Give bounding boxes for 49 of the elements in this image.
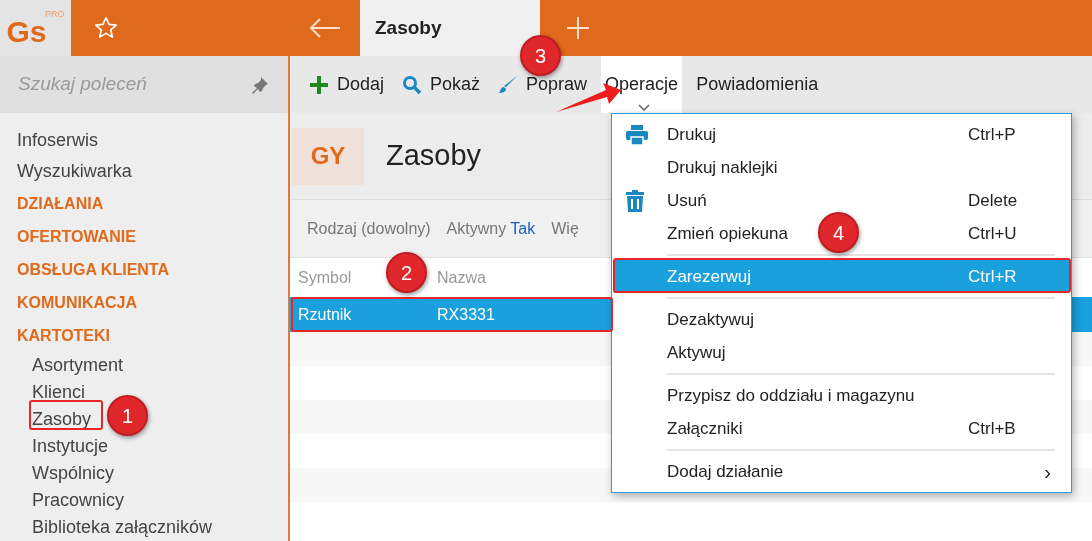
- trash-icon: [626, 189, 644, 212]
- nav-item[interactable]: Biblioteka załączników: [32, 514, 213, 541]
- menu-item[interactable]: Aktywuj: [667, 342, 726, 362]
- pin-icon: [250, 74, 270, 95]
- nav-item[interactable]: Infoserwis: [17, 125, 288, 156]
- nav-item[interactable]: Instytucje: [32, 433, 109, 460]
- search-bar[interactable]: Szukaj poleceń: [0, 56, 288, 113]
- menu-item[interactable]: Załączniki: [667, 418, 743, 438]
- module-badge: GY: [292, 127, 364, 185]
- nav-item[interactable]: Klienci: [32, 379, 86, 406]
- submenu-arrow: ›: [1044, 459, 1051, 485]
- toolbar-button[interactable]: Powiadomienia: [692, 64, 823, 105]
- menu-item[interactable]: Dodaj działanie: [667, 461, 784, 481]
- menu-item[interactable]: Usuń: [667, 190, 707, 210]
- printer-icon: [626, 124, 648, 145]
- column-header: Nazwa: [437, 268, 486, 286]
- menu-item[interactable]: Drukuj naklejki: [667, 157, 778, 177]
- back-arrow-icon: [308, 17, 342, 39]
- plus-icon: [565, 16, 590, 40]
- toolbar-button[interactable]: Pokaż: [398, 64, 485, 105]
- toolbar-button[interactable]: Dodaj: [305, 64, 389, 105]
- column-header: Symbol: [298, 268, 352, 286]
- chevron-down-icon: [638, 104, 651, 111]
- star-icon: [93, 15, 119, 41]
- menu-item[interactable]: Dezaktywuj: [667, 309, 754, 329]
- filter-chip[interactable]: Rodzaj (dowolny): [307, 216, 431, 241]
- search-icon: [402, 74, 423, 95]
- nav-item[interactable]: Wspólnicy: [32, 460, 115, 487]
- menu-item[interactable]: Zmień opiekuna: [667, 223, 788, 243]
- shortcut-label: Ctrl+B: [968, 418, 1016, 438]
- nav-item[interactable]: Wyszukiwarka: [17, 156, 288, 187]
- nav-item[interactable]: Pracownicy: [32, 487, 125, 514]
- page-title: Zasoby: [386, 138, 482, 174]
- nav-item[interactable]: Zasoby: [32, 406, 92, 433]
- table-cell: RX3331: [437, 305, 495, 323]
- filter-chip[interactable]: Wię: [551, 216, 579, 241]
- menu-item[interactable]: Drukuj: [667, 124, 717, 144]
- table-cell: Rzutnik: [298, 305, 352, 323]
- filter-aktywny[interactable]: Aktywny Tak: [446, 216, 536, 241]
- shortcut-label: Delete: [968, 190, 1018, 210]
- brush-icon: [498, 74, 519, 95]
- shortcut-label: Ctrl+P: [968, 124, 1016, 144]
- menu-item[interactable]: Przypisz do oddziału i magazynu: [667, 385, 915, 405]
- shortcut-label: Ctrl+U: [968, 223, 1017, 243]
- nav-item[interactable]: Asortyment: [32, 352, 124, 379]
- shortcut-label: Ctrl+R: [968, 266, 1017, 286]
- plus-icon: [309, 74, 329, 95]
- command-search-field[interactable]: Szukaj poleceń: [18, 70, 242, 99]
- new-tab-button[interactable]: [565, 16, 590, 40]
